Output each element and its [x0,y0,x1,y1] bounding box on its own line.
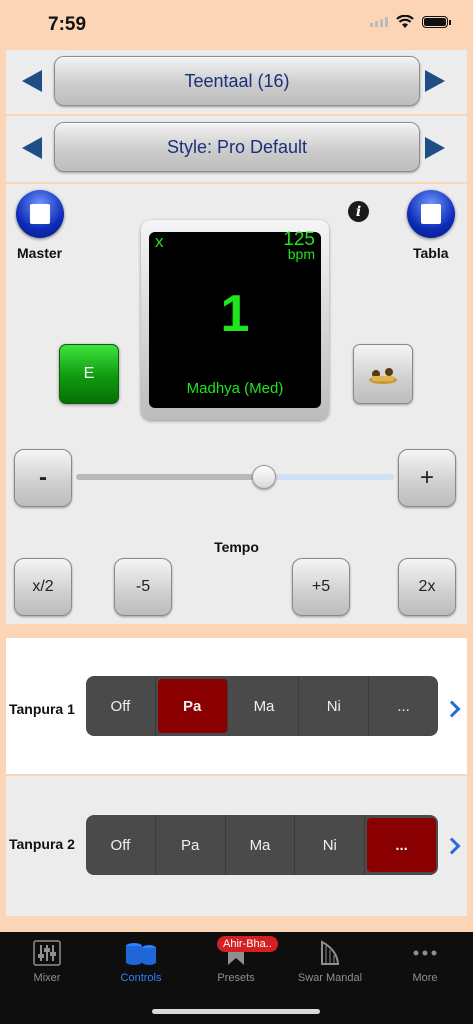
tabla-drums-icon [126,943,156,965]
rhythm-panel: Teentaal (16) [6,50,467,114]
tanpura1-chevron-right-icon[interactable] [443,700,461,718]
tanpura2-chevron-right-icon[interactable] [443,837,461,855]
tab-presets-label: Presets [217,972,255,984]
tempo-minus-button[interactable]: - [14,449,72,507]
tabla-player-button[interactable] [353,344,413,404]
display-screen: x 125 bpm 1 Madhya (Med) [149,229,321,408]
tempo-double-button[interactable]: 2x [398,558,456,616]
tanpura1-option-ma[interactable]: Ma [230,676,300,736]
tempo-minus5-label: -5 [135,578,151,595]
tab-presets[interactable]: Presets Ahir-Bha.. [189,932,283,992]
tanpura1-option-off[interactable]: Off [86,676,156,736]
mixer-icon [33,940,61,966]
tabla-label: Tabla [413,245,449,261]
tab-controls-label: Controls [120,972,162,984]
tab-more-label: More [412,972,438,984]
display-indicator: x [155,232,164,251]
master-label: Master [17,245,63,261]
tempo-double-label: 2x [418,578,436,595]
e-button-label: E [83,365,95,382]
wifi-icon [396,15,414,28]
bpm-unit: bpm [287,246,315,262]
tempo-label: Tempo [214,539,259,555]
e-button[interactable]: E [59,344,119,404]
tab-more[interactable]: More [378,932,472,992]
tab-controls[interactable]: Controls [94,932,188,992]
harp-icon [321,940,340,965]
tanpura1-row: Tanpura 1 Off Pa Ma Ni ... [6,638,467,774]
tab-mixer[interactable]: Mixer [0,932,94,992]
tanpura2-option-more[interactable]: ... [367,818,436,872]
tanpura2-row: Tanpura 2 Off Pa Ma Ni ... [6,776,467,916]
tanpura2-option-off[interactable]: Off [86,815,156,875]
tempo-minus-label: - [39,464,47,491]
tempo-plus5-label: +5 [311,578,331,595]
rhythm-prev-arrow-icon[interactable] [22,70,42,92]
presets-badge: Ahir-Bha.. [217,936,278,952]
style-selector-button[interactable]: Style: Pro Default [54,122,420,172]
home-indicator [152,1009,320,1014]
tanpura2-option-ma[interactable]: Ma [226,815,296,875]
tempo-plus-label: + [419,464,434,491]
beat-number: 1 [220,285,250,343]
tab-swar-mandal[interactable]: Swar Mandal [283,932,377,992]
style-panel: Style: Pro Default [6,116,467,182]
tabla-player-icon [369,368,397,384]
style-prev-arrow-icon[interactable] [22,137,42,159]
tempo-slider[interactable] [76,465,394,489]
stop-icon [30,204,50,224]
tempo-half-label: x/2 [32,578,54,595]
slider-fill [76,474,264,480]
tanpura2-segmented-control: Off Pa Ma Ni ... [86,815,438,875]
tanpura1-segmented-control: Off Pa Ma Ni ... [86,676,438,736]
master-stop-button[interactable] [16,190,64,238]
slider-thumb[interactable] [251,465,276,489]
tab-mixer-label: Mixer [33,972,61,984]
battery-icon [422,16,451,28]
tanpura1-option-pa[interactable]: Pa [157,679,228,733]
tempo-plus5-button[interactable]: +5 [292,558,350,616]
tab-swar-mandal-label: Swar Mandal [297,972,363,984]
tanpura2-label: Tanpura 2 [9,836,75,852]
tempo-minus5-button[interactable]: -5 [114,558,172,616]
beat-display: x 125 bpm 1 Madhya (Med) [141,220,329,420]
status-time: 7:59 [48,14,87,35]
stop-icon [421,204,441,224]
tanpura2-option-ni[interactable]: Ni [295,815,366,875]
more-dots-icon [413,950,437,956]
info-icon[interactable]: i [348,201,369,222]
rhythm-next-arrow-icon[interactable] [425,70,445,92]
tempo-plus-button[interactable]: + [398,449,456,507]
laya-label: Madhya (Med) [186,380,284,397]
status-icons [370,15,451,29]
tanpura1-option-ni[interactable]: Ni [299,676,370,736]
tanpura2-option-pa[interactable]: Pa [156,815,226,875]
tanpura1-option-more[interactable]: ... [369,676,438,736]
rhythm-selector-button[interactable]: Teentaal (16) [54,56,420,106]
tabla-stop-button[interactable] [407,190,455,238]
signal-icon [370,17,388,27]
tanpura1-label: Tanpura 1 [9,701,75,717]
style-next-arrow-icon[interactable] [425,137,445,159]
tempo-half-button[interactable]: x/2 [14,558,72,616]
